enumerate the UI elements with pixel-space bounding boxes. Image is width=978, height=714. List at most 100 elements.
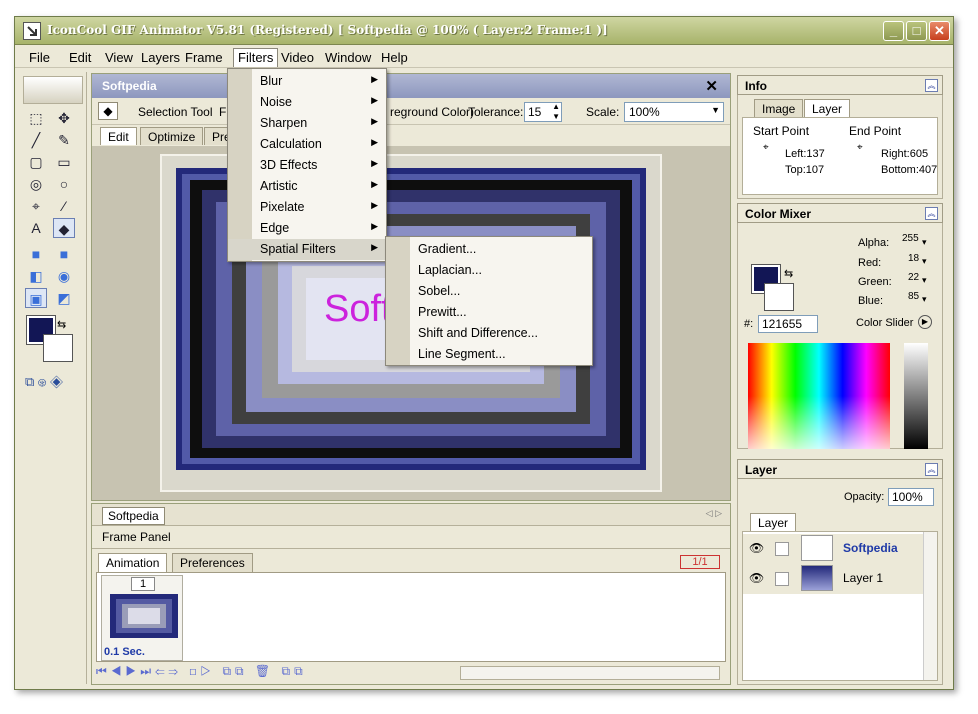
- menu-item-pixelate[interactable]: Pixelate ▶: [228, 197, 386, 218]
- tab-optimize[interactable]: Optimize: [140, 127, 204, 145]
- extra-tools-icons[interactable]: ⧉ ⊛ ◈: [25, 374, 81, 394]
- gradient-radial-icon[interactable]: ◉: [53, 266, 75, 286]
- rectangle-fill-icon[interactable]: ▭: [53, 152, 75, 172]
- brightness-slider[interactable]: [904, 343, 928, 449]
- eye-icon[interactable]: 👁: [749, 541, 764, 555]
- swap-colors-icon[interactable]: ⇆: [57, 318, 66, 331]
- line-tool-icon[interactable]: ╱: [25, 130, 47, 150]
- info-content: Start Point End Point ⌖ ⌖ Left:137 Top:1…: [742, 117, 938, 195]
- layer-panel-header[interactable]: Layer ︽: [737, 459, 943, 479]
- tool-name-label: Selection Tool: [138, 105, 213, 119]
- menu-frame[interactable]: Frame: [185, 50, 223, 65]
- stepper-down-icon[interactable]: ▼: [552, 112, 560, 121]
- fill-mode-2-icon[interactable]: ■: [53, 244, 75, 264]
- marquee-tool-icon[interactable]: ⬚: [25, 108, 47, 128]
- info-panel-header[interactable]: Info ︽: [737, 75, 943, 95]
- fill-bucket-icon[interactable]: ◆: [53, 218, 75, 238]
- menu-item-gradient[interactable]: Gradient...: [386, 239, 592, 260]
- frame-thumbnail[interactable]: 1 0.1 Sec.: [101, 575, 183, 661]
- hex-input[interactable]: 121655: [758, 315, 818, 333]
- tab-info-layer[interactable]: Layer: [804, 99, 851, 117]
- eyedropper-icon[interactable]: ⁄: [53, 196, 75, 216]
- tolerance-stepper[interactable]: 15 ▲ ▼: [524, 102, 562, 122]
- layer-panel-title: Layer: [745, 463, 778, 477]
- layer-row-softpedia[interactable]: 👁 Softpedia: [743, 534, 923, 564]
- tab-edit[interactable]: Edit: [100, 127, 137, 145]
- layer-row-layer1[interactable]: 👁 Layer 1: [743, 564, 923, 594]
- green-label: Green:: [858, 276, 892, 288]
- frame-delay[interactable]: 0.1 Sec.: [104, 646, 145, 658]
- color-spectrum-picker[interactable]: [748, 343, 890, 449]
- scale-select[interactable]: 100% ▼: [624, 102, 724, 122]
- menu-window[interactable]: Window: [325, 50, 371, 65]
- collapse-icon[interactable]: ︽: [925, 463, 938, 476]
- gradient-rect-icon[interactable]: ▣: [25, 288, 47, 308]
- title-bar[interactable]: IconCool GIF Animator V5.81 (Registered)…: [15, 17, 953, 45]
- document-close-icon[interactable]: ✕: [705, 77, 718, 95]
- collapse-icon[interactable]: ︽: [925, 207, 938, 220]
- menu-item-edge[interactable]: Edge ▶: [228, 218, 386, 239]
- channel-steppers[interactable]: ▾ ▾ ▾ ▾: [922, 233, 932, 313]
- menu-item-line-segment[interactable]: Line Segment...: [386, 344, 592, 365]
- close-button[interactable]: ✕: [929, 21, 950, 41]
- canvas-text: Soft: [324, 288, 392, 330]
- layer-link-checkbox[interactable]: [775, 572, 789, 586]
- lasso-tool-icon[interactable]: ⌖: [25, 196, 47, 216]
- eraser-tool-icon[interactable]: ✎: [53, 130, 75, 150]
- color-mixer-header[interactable]: Color Mixer ︽: [737, 203, 943, 223]
- menu-item-calculation[interactable]: Calculation ▶: [228, 134, 386, 155]
- menu-layers[interactable]: Layers: [141, 50, 180, 65]
- menu-item-prewitt[interactable]: Prewitt...: [386, 302, 592, 323]
- tab-scroll-icons[interactable]: ◁ ▷: [706, 508, 722, 519]
- ellipse-icon[interactable]: ○: [53, 174, 75, 194]
- bucket-option-icon[interactable]: ◆: [98, 102, 118, 120]
- menu-video[interactable]: Video: [281, 50, 314, 65]
- minimize-button[interactable]: _: [883, 21, 904, 41]
- menu-filters[interactable]: Filters: [233, 48, 279, 67]
- menu-item-laplacian[interactable]: Laplacian...: [386, 260, 592, 281]
- chevron-down-icon[interactable]: ▼: [711, 105, 720, 115]
- tools-panel: ⬚ ✥ ╱ ✎ ▢ ▭ ◎ ○ ⌖ ⁄ A ◆ ■ ■ ◧ ◉ ▣ ◩ ⇆ ⧉ …: [19, 72, 87, 684]
- document-tab[interactable]: Softpedia: [102, 507, 165, 525]
- gradient-linear-icon[interactable]: ◧: [25, 266, 47, 286]
- tab-layer[interactable]: Layer: [750, 513, 797, 531]
- menu-item-artistic[interactable]: Artistic ▶: [228, 176, 386, 197]
- text-tool-icon[interactable]: A: [25, 218, 47, 238]
- collapse-icon[interactable]: ︽: [925, 79, 938, 92]
- tab-info-image[interactable]: Image: [754, 99, 804, 117]
- submenu-arrow-icon: ▶: [371, 179, 378, 189]
- menu-item-spatial-filters[interactable]: Spatial Filters ▶: [228, 239, 386, 260]
- swap-colors-icon[interactable]: ⇆: [784, 267, 793, 280]
- background-color-swatch[interactable]: [43, 334, 73, 362]
- menu-help[interactable]: Help: [381, 50, 408, 65]
- opacity-input[interactable]: 100%: [888, 488, 934, 506]
- menu-item-sobel[interactable]: Sobel...: [386, 281, 592, 302]
- document-header[interactable]: Softpedia ✕: [92, 74, 730, 98]
- rectangle-outline-icon[interactable]: ▢: [25, 152, 47, 172]
- layer-scrollbar[interactable]: [923, 532, 937, 680]
- stepper-up-icon[interactable]: ▲: [552, 102, 560, 111]
- gradient-diag-icon[interactable]: ◩: [53, 288, 75, 308]
- animation-controls-icons[interactable]: ⏮◀▶⏭⇐⇒ ◻▷ ⧉⧉ 🗑 ⧉⧉: [96, 664, 456, 682]
- menu-item-noise[interactable]: Noise ▶: [228, 92, 386, 113]
- frames-scrollbar[interactable]: [460, 666, 720, 680]
- menu-item-3d-effects[interactable]: 3D Effects ▶: [228, 155, 386, 176]
- menu-view[interactable]: View: [105, 50, 133, 65]
- menu-bar: File Edit View Layers Frame Filters Vide…: [15, 46, 953, 68]
- menu-item-sharpen[interactable]: Sharpen ▶: [228, 113, 386, 134]
- menu-edit[interactable]: Edit: [69, 50, 91, 65]
- maximize-button[interactable]: □: [906, 21, 927, 41]
- layer-link-checkbox[interactable]: [775, 542, 789, 556]
- menu-file[interactable]: File: [29, 50, 50, 65]
- menu-item-blur[interactable]: Blur ▶: [228, 71, 386, 92]
- app-icon[interactable]: [23, 22, 41, 40]
- ellipse-outline-icon[interactable]: ◎: [25, 174, 47, 194]
- move-tool-icon[interactable]: ✥: [53, 108, 75, 128]
- menu-item-shift-difference[interactable]: Shift and Difference...: [386, 323, 592, 344]
- mixer-background-swatch[interactable]: [764, 283, 794, 311]
- tab-preferences[interactable]: Preferences: [172, 553, 253, 573]
- tab-animation[interactable]: Animation: [98, 553, 168, 573]
- fill-mode-1-icon[interactable]: ■: [25, 244, 47, 264]
- color-slider-arrow-icon[interactable]: ▶: [918, 315, 932, 329]
- eye-icon[interactable]: 👁: [749, 571, 764, 585]
